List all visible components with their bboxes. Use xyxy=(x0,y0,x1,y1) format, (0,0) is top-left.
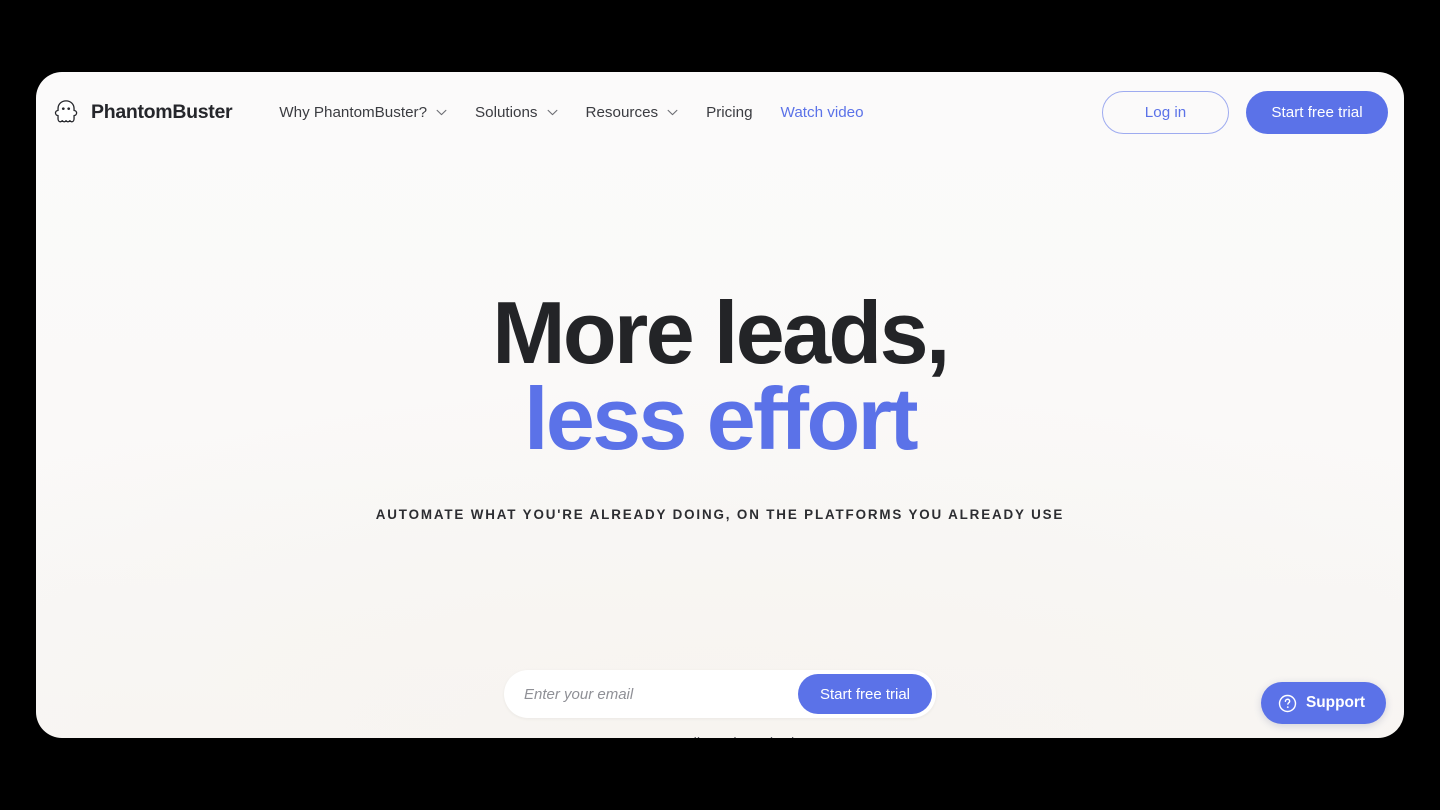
no-credit-card-note: No credit card required xyxy=(36,736,1404,738)
support-button[interactable]: Support xyxy=(1261,682,1386,724)
hero-section: More leads, less effort AUTOMATE WHAT YO… xyxy=(36,289,1404,523)
start-free-trial-button[interactable]: Start free trial xyxy=(1246,90,1388,134)
login-button[interactable]: Log in xyxy=(1102,90,1229,134)
form-start-free-trial-button[interactable]: Start free trial xyxy=(797,674,932,714)
chevron-down-icon xyxy=(547,109,558,116)
nav-item-label: Why PhantomBuster? xyxy=(279,103,428,121)
question-circle-icon xyxy=(1278,694,1297,713)
chevron-down-icon xyxy=(436,109,447,116)
nav-links: Why PhantomBuster? Solutions Resources P… xyxy=(265,96,877,129)
nav-item-why-phantombuster[interactable]: Why PhantomBuster? xyxy=(265,96,461,129)
brand-logo[interactable]: PhantomBuster xyxy=(52,98,233,126)
nav-item-label: Solutions xyxy=(475,103,538,121)
chevron-down-icon xyxy=(667,109,678,116)
nav-item-label: Watch video xyxy=(780,103,864,121)
nav-item-label: Resources xyxy=(585,103,659,121)
ghost-icon xyxy=(52,98,80,126)
nav-item-watch-video[interactable]: Watch video xyxy=(767,96,878,129)
nav-actions: Log in Start free trial xyxy=(1102,90,1388,134)
nav-item-label: Pricing xyxy=(706,103,753,121)
browser-page-card: PhantomBuster Why PhantomBuster? Solutio… xyxy=(36,72,1404,738)
nav-item-solutions[interactable]: Solutions xyxy=(461,96,571,129)
nav-item-pricing[interactable]: Pricing xyxy=(692,96,766,129)
headline-line-2: less effort xyxy=(524,369,919,469)
page-title: More leads, less effort xyxy=(36,289,1404,469)
signup-form: Start free trial xyxy=(504,670,936,718)
brand-name: PhantomBuster xyxy=(91,100,233,123)
nav-item-resources[interactable]: Resources xyxy=(572,96,693,129)
hero-subheadline: AUTOMATE WHAT YOU'RE ALREADY DOING, ON T… xyxy=(375,507,1065,523)
email-input[interactable] xyxy=(504,670,798,718)
top-navigation-bar: PhantomBuster Why PhantomBuster? Solutio… xyxy=(36,72,1404,152)
support-label: Support xyxy=(1306,694,1365,711)
headline-line-1: More leads, xyxy=(492,283,950,382)
